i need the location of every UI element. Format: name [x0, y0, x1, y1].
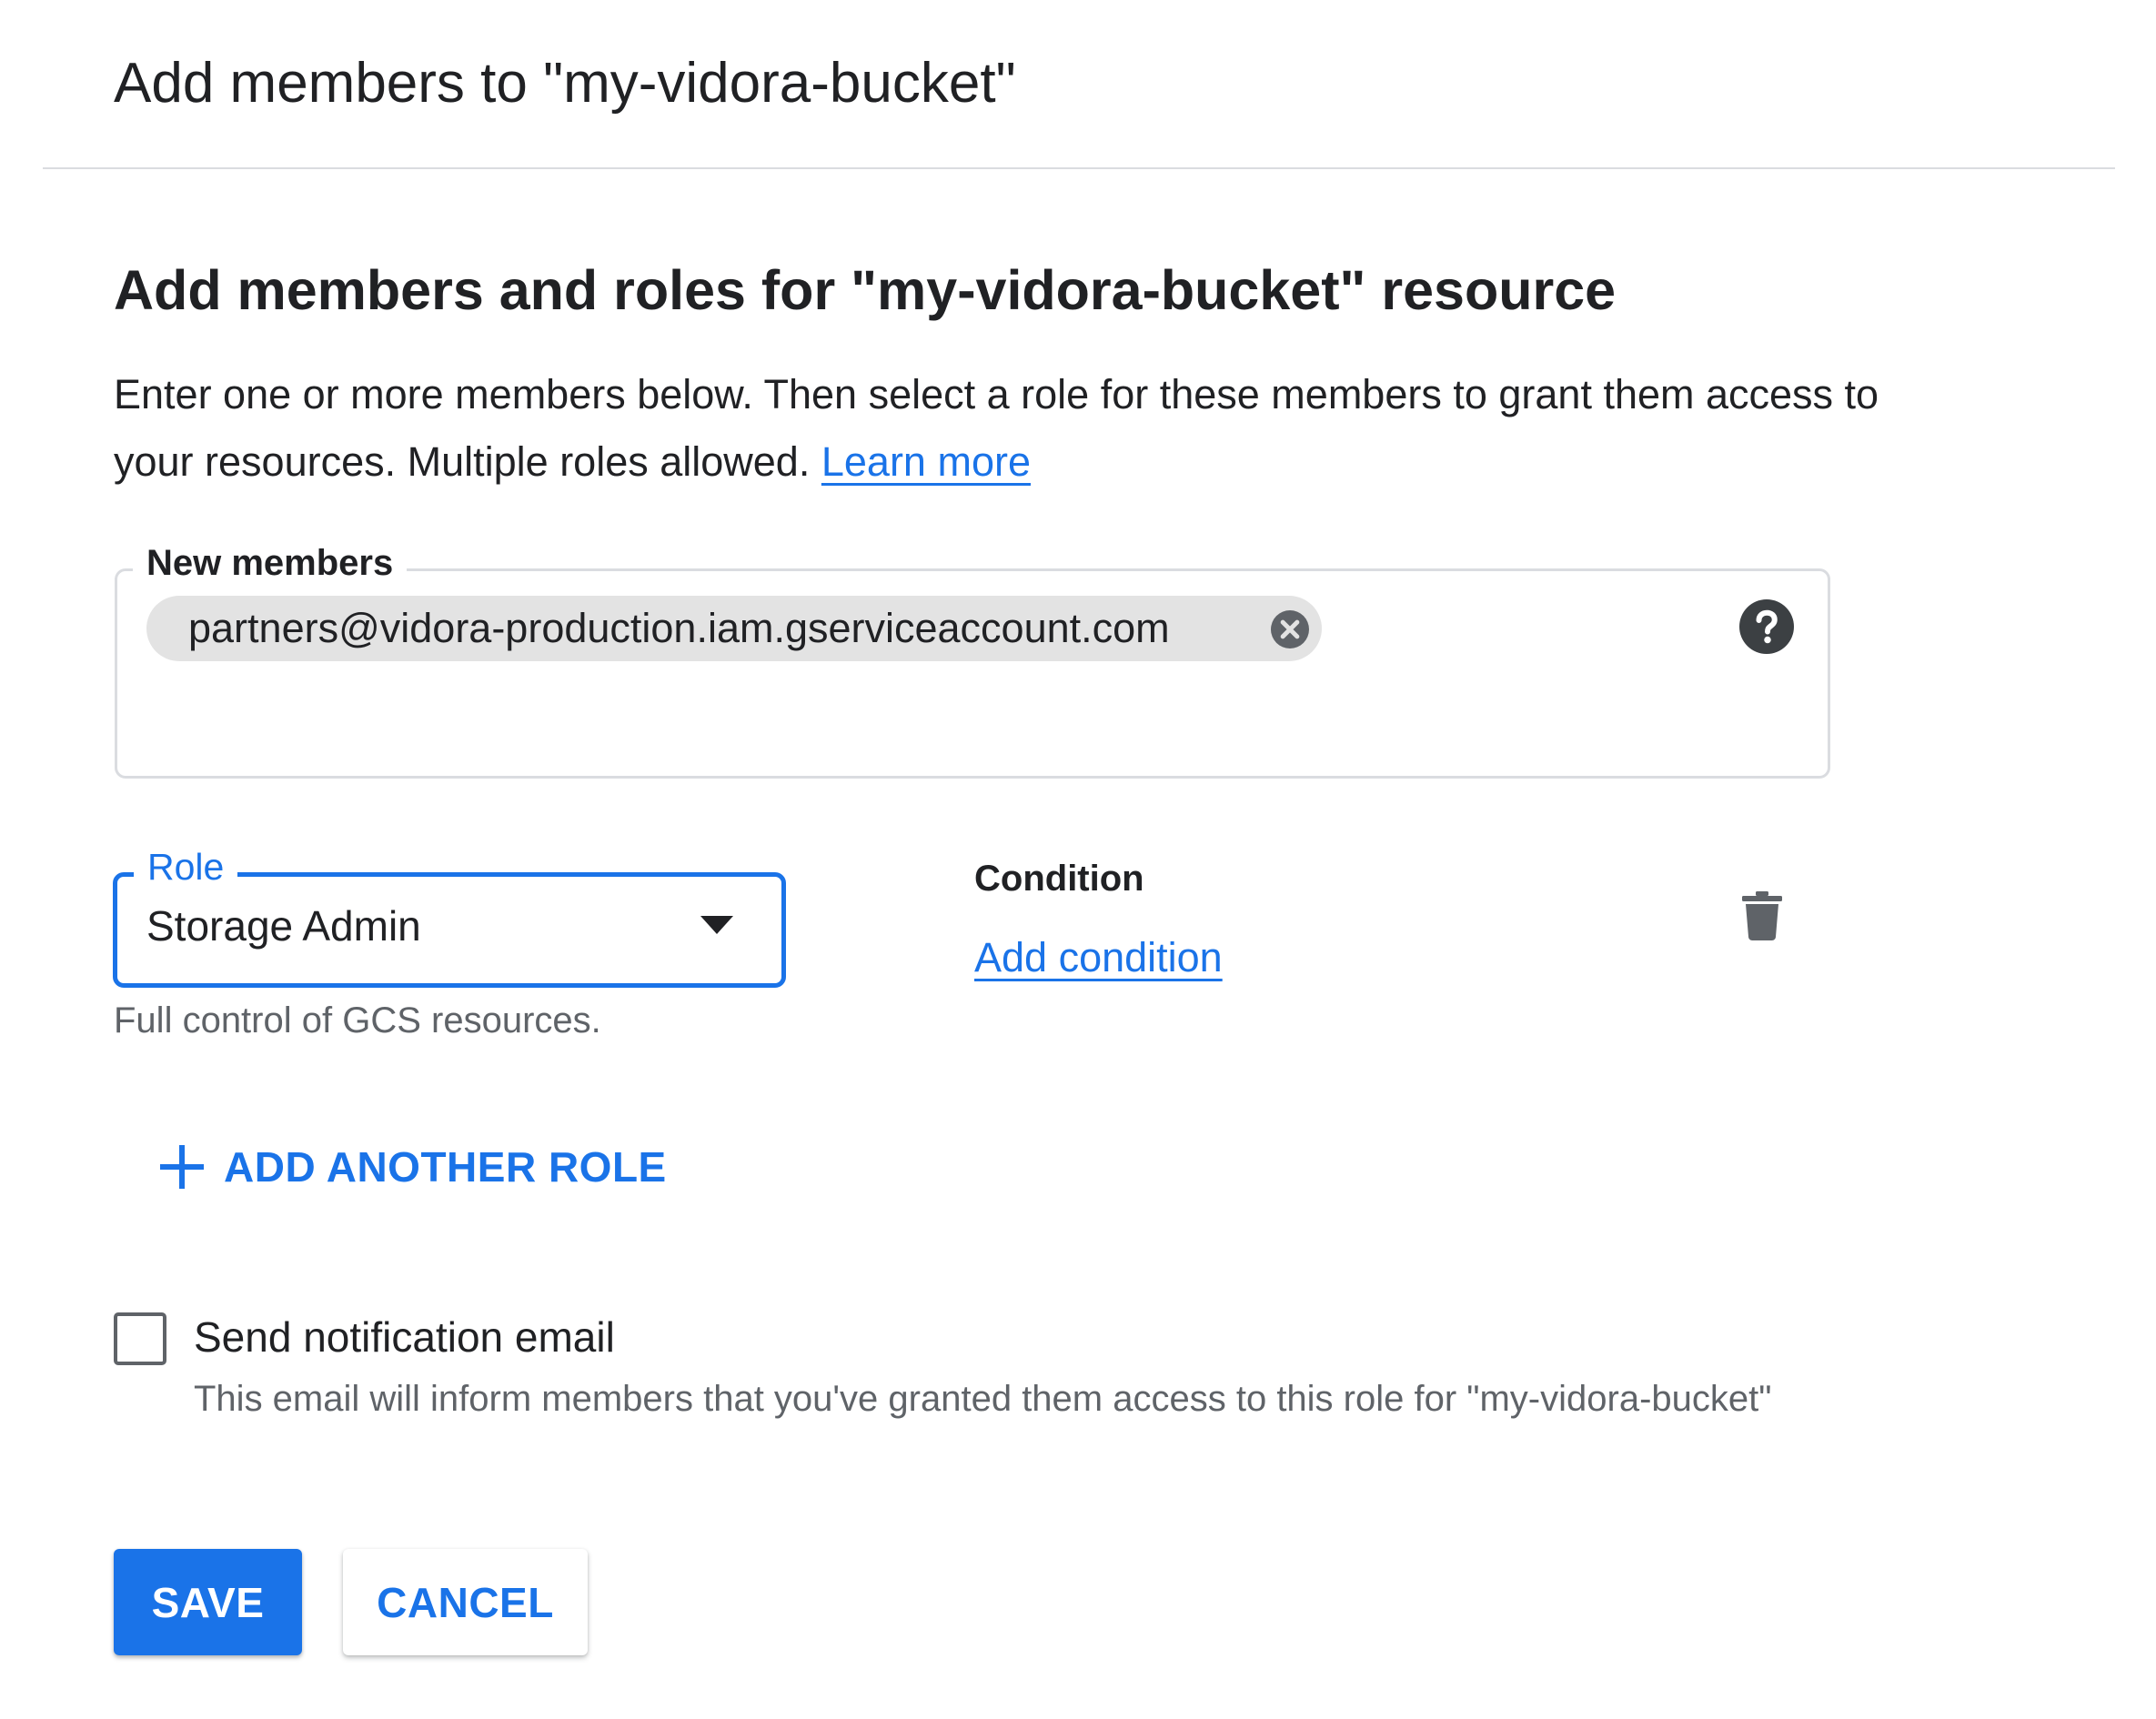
- role-label: Role: [134, 844, 238, 890]
- header-divider: [43, 167, 2115, 169]
- learn-more-link[interactable]: Learn more: [821, 438, 1031, 485]
- add-another-role-label: ADD ANOTHER ROLE: [224, 1143, 667, 1191]
- role-hint: Full control of GCS resources.: [114, 1000, 601, 1040]
- section-description: Enter one or more members below. Then se…: [114, 361, 1933, 496]
- add-another-role-button[interactable]: ADD ANOTHER ROLE: [160, 1137, 667, 1197]
- arrow-drop-down-icon[interactable]: [700, 916, 733, 934]
- member-chip-text: partners@vidora-production.iam.gservicea…: [188, 605, 1170, 651]
- add-condition-link[interactable]: Add condition: [974, 930, 1223, 985]
- trash-icon[interactable]: [1742, 891, 1782, 940]
- send-notification-hint: This email will inform members that you'…: [194, 1379, 1772, 1419]
- cancel-button[interactable]: CANCEL: [343, 1549, 588, 1655]
- condition-title: Condition: [974, 859, 1144, 899]
- save-button[interactable]: SAVE: [114, 1549, 302, 1655]
- dialog-title: Add members to "my-vidora-bucket": [114, 52, 1016, 115]
- send-notification-checkbox[interactable]: [114, 1312, 166, 1365]
- plus-icon: [160, 1145, 204, 1189]
- role-selected-value: Storage Admin: [146, 902, 421, 950]
- chip-remove-icon[interactable]: [1271, 610, 1309, 648]
- section-heading: Add members and roles for "my-vidora-buc…: [114, 259, 1617, 321]
- new-members-label: New members: [133, 540, 408, 586]
- member-chip: partners@vidora-production.iam.gservicea…: [146, 596, 1322, 661]
- help-icon[interactable]: [1739, 599, 1794, 654]
- send-notification-label[interactable]: Send notification email: [194, 1308, 615, 1366]
